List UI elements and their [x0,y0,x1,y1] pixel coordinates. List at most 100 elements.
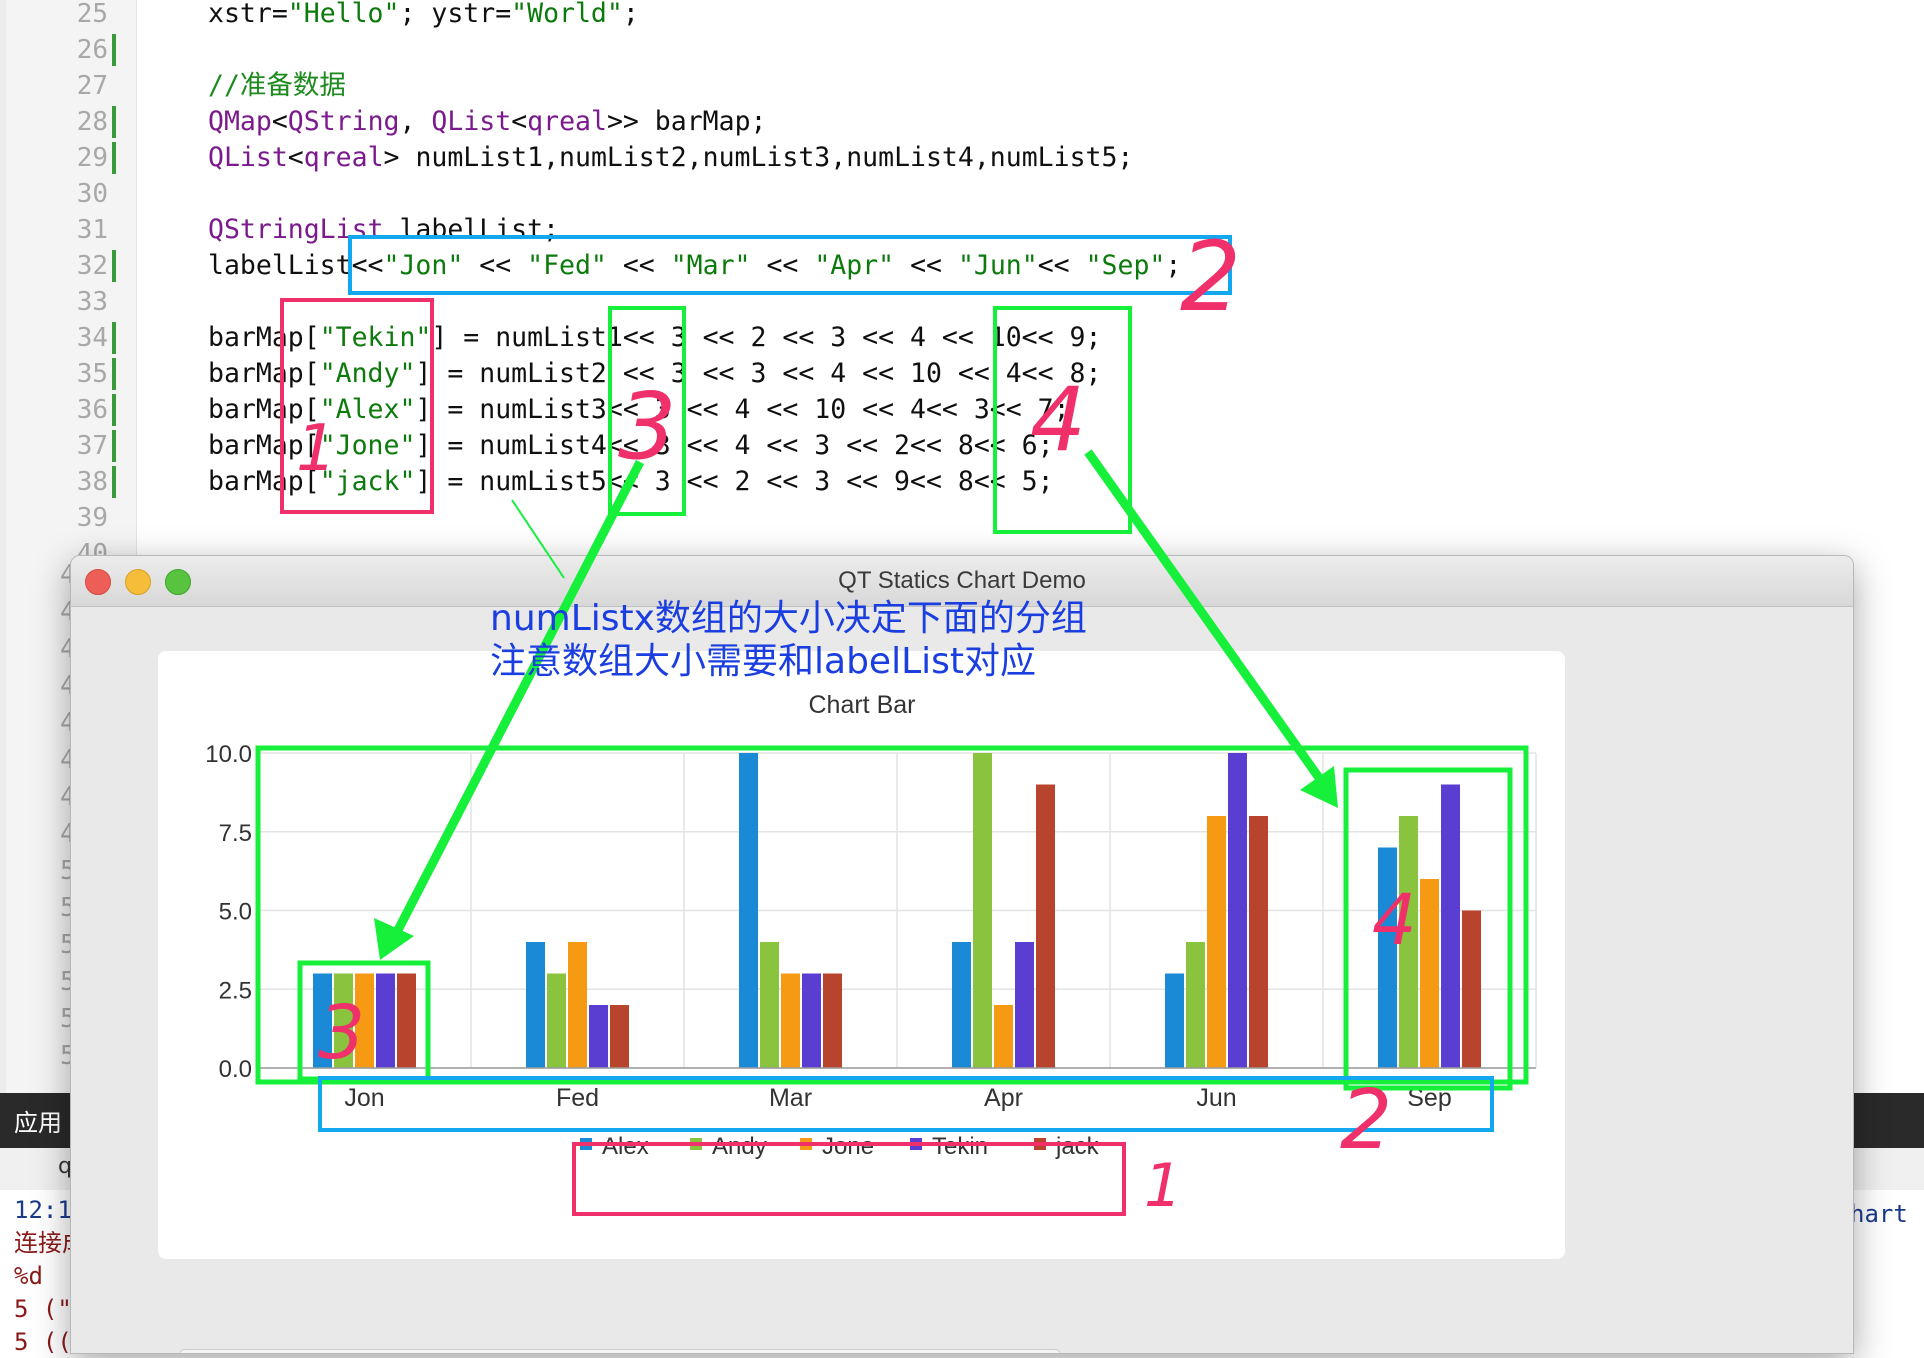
bar-alex-fed [526,942,545,1068]
output-line: 5 (" [14,1295,72,1323]
line-number: 31 [76,215,108,245]
window-title: QT Statics Chart Demo [838,567,1086,594]
code-token: "Fed" [527,250,607,281]
gutter-row: 35 [6,356,116,392]
code-line[interactable]: barMap["jack"] = numList5<< 3 << 2 << 3 … [208,464,1054,500]
legend-item-jack[interactable]: jack [1034,1133,1100,1160]
code-token: labelList; [383,214,559,245]
chart-demo-window[interactable]: QT Statics Chart Demo Chart Bar 10.0 7.5 5… [70,555,1854,1354]
legend-swatch [690,1138,702,1150]
window-titlebar[interactable]: QT Statics Chart Demo [71,556,1853,607]
bar-jone-fed [568,942,587,1068]
legend-item-tekin[interactable]: Tekin [910,1133,988,1160]
output-line: 12:1 [14,1196,72,1224]
code-token: "Apr" [814,250,895,281]
bar-chart: Chart Bar 10.0 7.5 5.0 2.5 0.0 Jon Fed Mar Apr Ju… [205,691,1537,1160]
changed-line-marker [112,430,116,462]
bar-andy-jun [1186,942,1205,1068]
legend-swatch [1034,1138,1046,1150]
bar-tekin-fed [589,1005,608,1068]
legend-item-jone[interactable]: Jone [800,1133,874,1160]
gutter-row: 29 [6,140,116,176]
code-line[interactable]: //准备数据 [208,68,346,104]
code-line[interactable]: xstr="Hello"; ystr="World"; [208,0,639,32]
code-line[interactable]: barMap["Andy"] = numList2 << 3 << 3 << 4… [208,356,1101,392]
gutter-row: 25 [6,0,116,32]
gutter-row: 38 [6,464,116,500]
y-tick-label: 0.0 [219,1056,252,1083]
bar-andy-apr [973,753,992,1068]
gutter-row: 33 [6,284,116,320]
line-number: 25 [76,0,108,29]
legend-item-andy[interactable]: Andy [690,1133,767,1160]
x-category-label: Jon [344,1084,384,1112]
code-token: qreal [303,142,384,173]
y-tick-label: 2.5 [219,977,252,1004]
bar-jone-mar [781,973,800,1068]
legend-label: Alex [602,1133,649,1160]
legend-swatch [910,1138,922,1150]
code-token: labelList<< [208,250,384,281]
bar-andy-mar [760,942,779,1068]
code-token: barMap[ [208,466,320,497]
bar-jack-fed [610,1005,629,1068]
bar-tekin-sep [1441,784,1460,1068]
code-token: < [511,106,528,137]
code-token: < [287,142,304,173]
gutter-row: 30 [6,176,116,212]
chart-grid [257,752,1537,1069]
legend-label: jack [1055,1133,1100,1160]
code-token: "Tekin" [319,322,432,353]
changed-line-marker [112,142,116,174]
code-token: < [271,106,288,137]
code-token: "Hello" [287,0,400,29]
code-line[interactable]: barMap["Alex"] = numList3<< 3 << 4 << 10… [208,392,1070,428]
bar-jack-jun [1249,816,1268,1068]
bar-jone-jun [1207,816,1226,1068]
chart-legend[interactable]: Alex Andy Jone Tekin jack [580,1133,1100,1160]
legend-label: Andy [712,1133,767,1160]
bar-jone-apr [994,1005,1013,1068]
gutter-row: 31 [6,212,116,248]
bar-jack-mar [823,973,842,1068]
x-category-label: Apr [984,1084,1023,1112]
gutter-row: 39 [6,500,116,536]
legend-item-alex[interactable]: Alex [580,1133,649,1160]
code-token: >> barMap; [606,106,767,137]
bar-jack-sep [1462,910,1481,1068]
output-line: %d [14,1262,43,1290]
code-token: ] = numList1<< 3 << 2 << 3 << 4 << 10<< … [431,322,1102,353]
gutter-row: 34 [6,320,116,356]
code-line[interactable]: QStringList labelList; [208,212,559,248]
chart-view: Chart Bar 10.0 7.5 5.0 2.5 0.0 Jon Fed Mar Apr Ju… [158,651,1565,1259]
line-number: 29 [76,143,108,173]
y-tick-label: 7.5 [219,820,252,847]
line-number: 38 [76,467,108,497]
x-category-label: Sep [1407,1084,1451,1112]
code-line[interactable]: barMap["Jone"] = numList4<< 3 << 4 << 3 … [208,428,1054,464]
gutter-row: 36 [6,392,116,428]
bar-andy-sep [1399,816,1418,1068]
code-token: "Andy" [319,358,416,389]
gutter-row: 26 [6,32,116,68]
x-category-label: Mar [769,1084,812,1112]
bar-andy-jon [334,973,353,1068]
code-line[interactable]: barMap["Tekin"] = numList1<< 3 << 2 << 3… [208,320,1101,356]
code-token: QStringList [208,214,384,245]
code-token: << [463,250,528,281]
line-number: 26 [76,35,108,65]
bar-alex-mar [739,753,758,1068]
code-token: "World" [511,0,623,29]
legend-label: Jone [822,1133,874,1160]
code-token: , [399,106,432,137]
gutter-row: 27 [6,68,116,104]
bar-tekin-jun [1228,753,1247,1068]
bar-alex-jun [1165,973,1184,1068]
code-token: ; [1165,250,1182,281]
code-line[interactable]: QMap<QString, QList<qreal>> barMap; [208,104,766,140]
code-token: "Alex" [319,394,416,425]
code-token: "Jon" [383,250,464,281]
code-line[interactable]: QList<qreal> numList1,numList2,numList3,… [208,140,1133,176]
line-number: 30 [76,179,108,209]
code-line[interactable]: labelList<<"Jon" << "Fed" << "Mar" << "A… [208,248,1181,284]
